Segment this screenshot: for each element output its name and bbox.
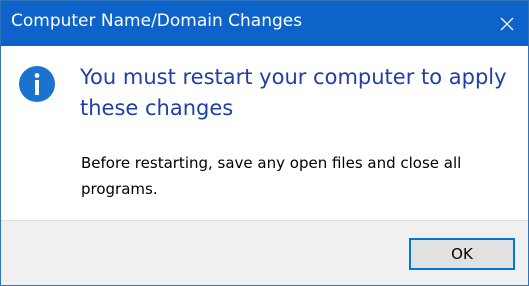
close-button[interactable] (490, 7, 524, 41)
info-icon (19, 66, 55, 102)
message-area: You must restart your computer to apply … (1, 46, 528, 220)
dialog-window: Computer Name/Domain Changes You must re… (0, 0, 529, 286)
window-title: Computer Name/Domain Changes (11, 11, 303, 31)
close-icon (500, 17, 514, 31)
main-instruction: You must restart your computer to apply … (80, 65, 507, 120)
title-bar[interactable]: Computer Name/Domain Changes (1, 1, 528, 46)
button-bar: OK (1, 220, 528, 285)
ok-button[interactable]: OK (409, 238, 515, 270)
message-body: Before restarting, save any open files a… (81, 154, 462, 198)
